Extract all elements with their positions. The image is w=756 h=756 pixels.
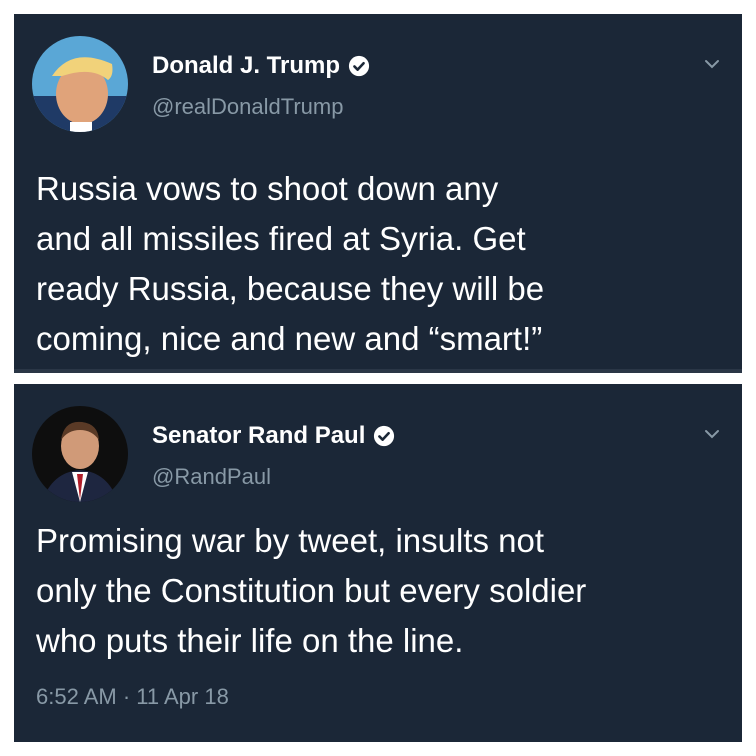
profile-photo-icon <box>32 36 128 132</box>
display-name-row: Donald J. Trump <box>152 52 370 80</box>
display-name[interactable]: Senator Rand Paul <box>152 422 365 450</box>
user-handle[interactable]: @realDonaldTrump <box>152 94 343 120</box>
verified-badge-icon <box>374 425 395 447</box>
user-handle[interactable]: @RandPaul <box>152 464 271 490</box>
divider <box>14 369 742 373</box>
tweet-text: Promising war by tweet, insults not only… <box>36 522 587 659</box>
tweet-card-trump[interactable]: Donald J. Trump @realDonaldTrump Russia … <box>14 14 742 373</box>
tweet-text: Russia vows to shoot down any and all mi… <box>36 170 545 357</box>
avatar[interactable] <box>32 36 128 132</box>
chevron-down-icon[interactable] <box>704 58 720 70</box>
profile-photo-icon <box>32 406 128 502</box>
display-name[interactable]: Donald J. Trump <box>152 52 340 80</box>
chevron-down-icon[interactable] <box>704 428 720 440</box>
avatar[interactable] <box>32 406 128 502</box>
tweet-timestamp[interactable]: 6:52 AM · 11 Apr 18 <box>36 684 229 710</box>
tweet-card-rand-paul[interactable]: Senator Rand Paul @RandPaul Promising wa… <box>14 384 742 742</box>
display-name-row: Senator Rand Paul <box>152 422 395 450</box>
verified-badge-icon <box>348 55 370 77</box>
